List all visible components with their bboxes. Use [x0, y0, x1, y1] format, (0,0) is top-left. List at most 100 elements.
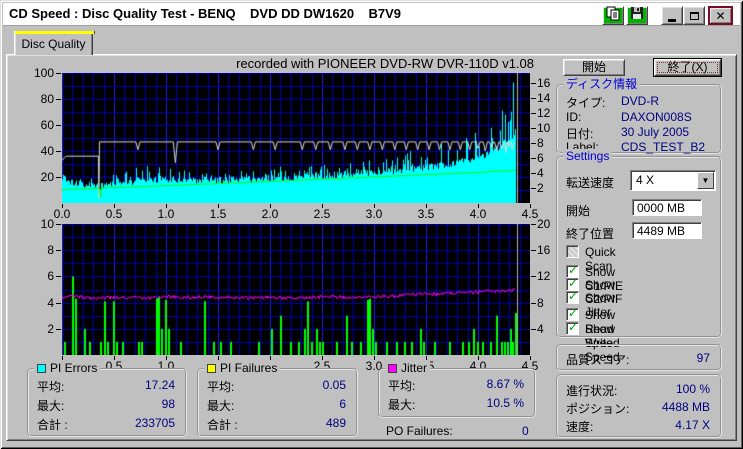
axis-tick-mark [62, 356, 63, 360]
exit-button[interactable]: 終了(X) [654, 59, 721, 76]
axis-tick-mark [531, 250, 536, 251]
jitter-title: Jitter [401, 361, 428, 375]
axis-tick-label: 20 [537, 217, 551, 231]
axis-tick-label: 2.0 [261, 207, 279, 221]
axis-tick-mark [114, 356, 115, 360]
axis-tick-mark [56, 99, 61, 100]
pi-failures-title: PI Failures [220, 361, 278, 375]
maximize-button[interactable] [683, 6, 705, 25]
axis-tick-mark [374, 356, 375, 360]
axis-tick-label: 2.5 [313, 207, 331, 221]
pi-failures-legend: PI Failures [204, 361, 281, 375]
start-position-input[interactable]: 0000 MB [632, 199, 702, 216]
pi-errors-avg: 17.24 [144, 378, 175, 392]
axis-tick-mark [531, 188, 536, 189]
axis-tick-mark [531, 173, 536, 174]
axis-tick-mark [56, 224, 61, 225]
max-label: 最大: [388, 398, 416, 412]
disc-id-label: ID: [566, 110, 582, 124]
axis-tick-mark [426, 356, 427, 360]
close-button[interactable]: ✕ [708, 6, 733, 25]
failures-chart-canvas [62, 224, 530, 355]
axis-tick-mark [218, 204, 219, 208]
axis-tick-mark [166, 356, 167, 360]
axis-tick-mark [531, 83, 536, 84]
axis-tick-label: 100 [33, 66, 54, 80]
disc-info-box: ディスク情報 タイプ: DVD-R ID: DAXON008S 日付: 30 July… [556, 77, 722, 154]
chart-header: recorded with PIONEER DVD-RW DVR-110D v1… [236, 56, 534, 71]
maximize-icon [689, 11, 699, 20]
axis-tick-mark [531, 276, 536, 277]
start-button[interactable]: 開始 [563, 59, 625, 76]
chevron-down-icon[interactable]: ▼ [697, 172, 714, 189]
axis-tick-label: 3.5 [417, 207, 435, 221]
pi-failures-stats-box: PI Failures 平均: 0.05 最大: 6 合計 : 489 [197, 361, 358, 437]
axis-tick-mark [478, 204, 479, 208]
axis-tick-mark [56, 250, 61, 251]
po-failures-label: PO Failures: [386, 424, 453, 438]
pi-errors-stats-box: PI Errors 平均: 17.24 最大: 98 合計 : 233705 [27, 361, 187, 437]
minimize-icon [668, 18, 676, 22]
axis-tick-mark [270, 356, 271, 360]
total-label: 合計 : [37, 418, 68, 432]
axis-tick-mark [62, 204, 63, 208]
axis-tick-mark [322, 356, 323, 360]
quality-chart-canvas [62, 73, 530, 203]
speed-dropdown[interactable]: 4 X ▼ [630, 170, 716, 191]
copy-to-clipboard-button[interactable] [602, 6, 624, 25]
pi-errors-max: 98 [161, 397, 175, 411]
axis-tick-label: 14 [537, 90, 551, 105]
position-value: 4488 MB [661, 400, 710, 414]
disc-date-value: 30 July 2005 [621, 125, 690, 139]
axis-tick-mark [56, 73, 61, 74]
show-jitter-checkbox[interactable]: ✓ [566, 289, 579, 304]
axis-tick-label: 8 [47, 243, 54, 258]
speed-label: 速度: [566, 420, 594, 434]
end-position-input[interactable]: 4489 MB [632, 222, 702, 239]
axis-tick-mark [56, 276, 61, 277]
quick-scan-checkbox[interactable]: ✓ [566, 245, 579, 258]
jitter-avg: 8.67 % [486, 377, 524, 391]
progress-value: 100 % [675, 382, 710, 396]
axis-tick-mark [531, 158, 536, 159]
save-disk-icon [630, 6, 645, 26]
axis-tick-label: 40 [40, 144, 54, 158]
axis-tick-label: 2 [47, 321, 54, 336]
pi-errors-swatch-icon [37, 363, 46, 373]
minimize-button[interactable] [661, 6, 683, 25]
axis-tick-label: 8 [537, 135, 544, 150]
tab-disc-quality[interactable]: Disc Quality [14, 31, 95, 55]
quality-score-box: 品質スコア: 97 [556, 344, 722, 371]
axis-tick-mark [374, 204, 375, 208]
pi-errors-legend: PI Errors [34, 361, 101, 375]
disc-id-value: DAXON008S [621, 110, 692, 124]
max-label: 最大: [207, 399, 235, 413]
copy-to-clipboard-icon [606, 6, 621, 26]
quality-score-label: 品質スコア: [566, 353, 630, 367]
axis-tick-label: 6 [537, 150, 544, 165]
pi-errors-title: PI Errors [50, 361, 98, 375]
disc-type-label: タイプ: [566, 96, 606, 110]
jitter-max: 10.5 % [486, 396, 524, 410]
axis-tick-label: 0.5 [105, 207, 123, 221]
axis-tick-label: 60 [40, 118, 54, 132]
axis-tick-label: 1.0 [157, 207, 175, 221]
axis-tick-mark [531, 98, 536, 99]
quality-score-value: 97 [696, 351, 710, 365]
axis-tick-label: 16 [537, 75, 551, 90]
axis-tick-mark [531, 143, 536, 144]
axis-tick-mark [56, 329, 61, 330]
axis-tick-mark [218, 356, 219, 360]
axis-tick-mark [56, 303, 61, 304]
axis-tick-mark [322, 204, 323, 208]
axis-tick-label: 8 [537, 295, 544, 310]
axis-tick-mark [531, 224, 536, 225]
pi-failures-avg: 0.05 [322, 378, 346, 392]
show-write-speed-checkbox[interactable]: ✓ [566, 320, 579, 335]
axis-tick-label: 12 [537, 269, 551, 284]
start-position-label: 開始 [566, 204, 591, 218]
jitter-swatch-icon [388, 363, 397, 373]
save-button[interactable] [626, 6, 648, 25]
jitter-legend: Jitter [385, 361, 431, 375]
avg-label: 平均: [207, 380, 235, 394]
